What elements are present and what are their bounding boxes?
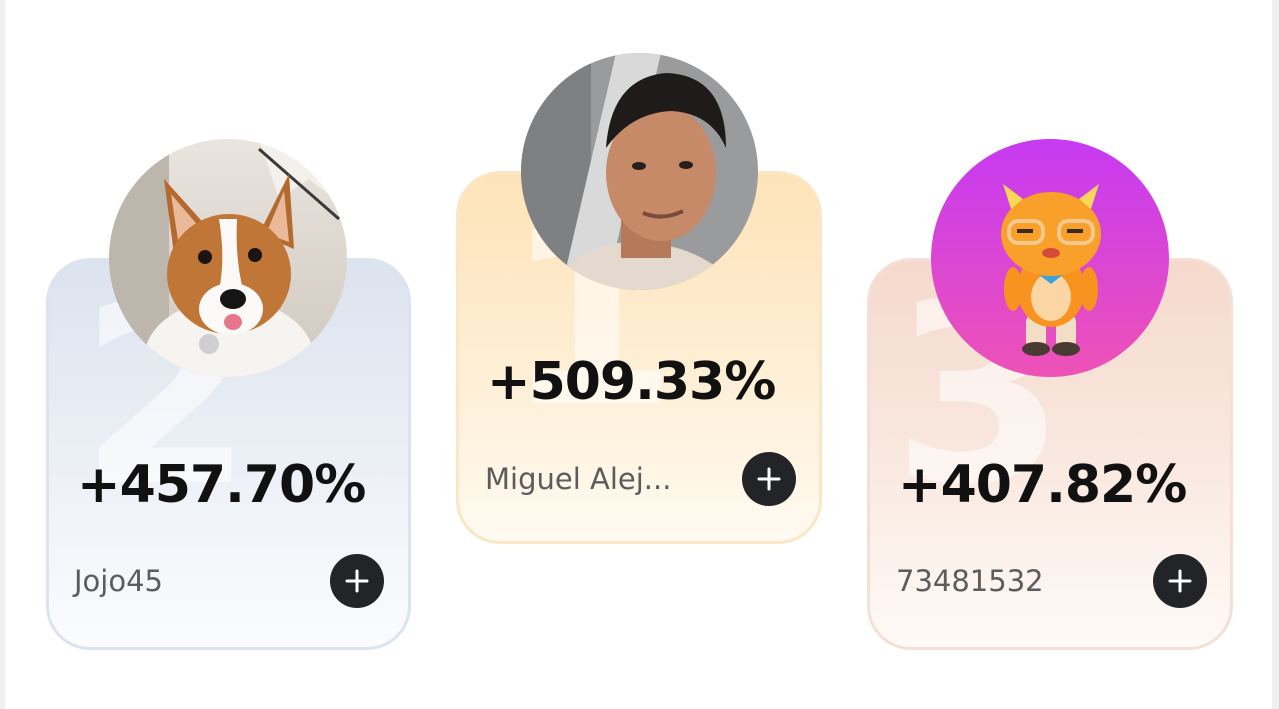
user-avatar-rank-3[interactable] [931, 139, 1169, 377]
gain-percentage: +457.70% [77, 455, 366, 515]
user-avatar-rank-2[interactable] [109, 139, 347, 377]
follow-button[interactable] [1153, 554, 1207, 608]
username[interactable]: Miguel Alej... [485, 462, 671, 496]
gain-percentage: +509.33% [487, 352, 776, 412]
corgi-dog-photo [109, 139, 347, 377]
gain-percentage: +407.82% [898, 455, 1187, 515]
plus-icon [345, 569, 369, 593]
username[interactable]: 73481532 [896, 564, 1044, 598]
plus-icon [1168, 569, 1192, 593]
orange-cartoon-mascot [931, 139, 1169, 377]
user-avatar-rank-1[interactable] [521, 53, 758, 290]
man-portrait-photo [521, 53, 758, 290]
username[interactable]: Jojo45 [74, 564, 163, 598]
follow-button[interactable] [330, 554, 384, 608]
follow-button[interactable] [742, 452, 796, 506]
plus-icon [757, 467, 781, 491]
